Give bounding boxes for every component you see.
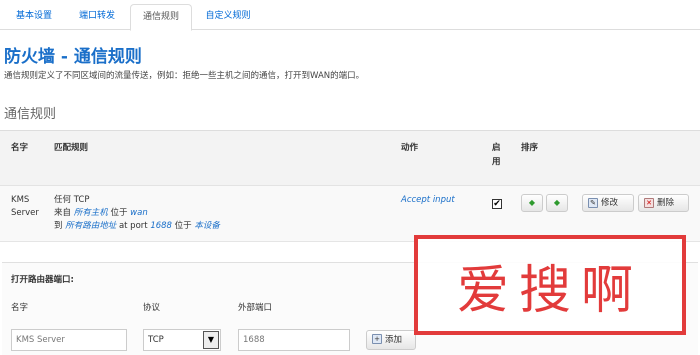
add-section-title: 打开路由器端口: [11, 275, 74, 285]
move-down-icon: ◆ [553, 198, 561, 207]
header-name: 名字 [11, 143, 29, 153]
match-protocol: 任何 TCP [54, 195, 90, 205]
header-match: 匹配规则 [54, 143, 89, 153]
page-description: 通信规则定义了不同区域间的流量传送，例如：拒绝一些主机之间的通信，打开到WAN的… [4, 71, 365, 81]
delete-button[interactable]: ✕ 删除 [638, 194, 689, 212]
match-destination: 到 所有路由地址 at port 1688 位于 本设备 [54, 221, 220, 231]
delete-icon: ✕ [644, 198, 654, 208]
tab-bar: 基本设置 端口转发 通信规则 自定义规则 [0, 0, 700, 31]
move-down-button[interactable]: ◆ [546, 194, 568, 212]
chevron-down-icon: ▼ [203, 331, 219, 349]
header-enable: 启用 [492, 143, 501, 167]
header-action: 动作 [401, 143, 419, 153]
rules-table-header: 名字 匹配规则 动作 启用 排序 [0, 130, 700, 186]
name-label: 名字 [11, 303, 29, 313]
page-title: 防火墙 - 通信规则 [4, 47, 142, 67]
section-title: 通信规则 [4, 107, 57, 122]
rule-action: Accept input [401, 195, 455, 205]
tab-traffic-rules[interactable]: 通信规则 [130, 4, 192, 31]
move-up-button[interactable]: ◆ [521, 194, 543, 212]
port-label: 外部端口 [238, 303, 273, 313]
add-button[interactable]: + 添加 [366, 330, 416, 350]
watermark-text: 爱搜啊 [456, 260, 643, 321]
table-row: KMS Server 任何 TCP 来自 所有主机 位于 wan 到 所有路由地… [0, 186, 700, 242]
edit-icon: ✎ [588, 198, 598, 208]
tab-custom-rules[interactable]: 自定义规则 [196, 4, 260, 30]
rule-name: KMS Server [11, 195, 39, 218]
name-input[interactable]: KMS Server [11, 329, 127, 351]
match-source: 来自 所有主机 位于 wan [54, 208, 148, 218]
protocol-select[interactable]: TCP ▼ [143, 329, 221, 351]
edit-button[interactable]: ✎ 修改 [582, 194, 634, 212]
move-up-icon: ◆ [528, 198, 536, 207]
rule-match: 任何 TCP 来自 所有主机 位于 wan 到 所有路由地址 at port 1… [54, 194, 220, 233]
protocol-label: 协议 [143, 303, 161, 313]
add-icon: + [372, 334, 382, 344]
enable-checkbox[interactable]: ✔ [492, 199, 502, 209]
port-input[interactable]: 1688 [238, 329, 350, 351]
watermark-stamp: 爱搜啊 [414, 235, 686, 335]
tab-basic-settings[interactable]: 基本设置 [6, 4, 62, 30]
tab-port-forwarding[interactable]: 端口转发 [68, 4, 126, 30]
header-sort: 排序 [521, 143, 539, 153]
